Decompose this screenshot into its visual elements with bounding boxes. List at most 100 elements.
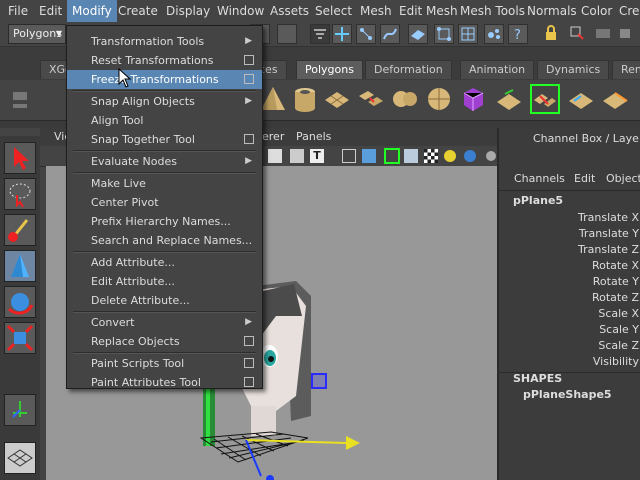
menu-item-delete-attribute[interactable]: Delete Attribute... bbox=[67, 291, 262, 310]
object-name[interactable]: pPlane5 bbox=[513, 194, 563, 207]
combine-icon[interactable] bbox=[356, 84, 386, 114]
menu-item-evaluate-nodes[interactable]: Evaluate Nodes ▶ bbox=[67, 152, 262, 171]
face-icon[interactable] bbox=[408, 24, 428, 44]
edge-icon[interactable] bbox=[380, 24, 400, 44]
menu-window[interactable]: Window bbox=[212, 0, 269, 22]
menu-assets[interactable]: Assets bbox=[265, 0, 314, 22]
snap-icon[interactable] bbox=[568, 24, 588, 44]
cube-selected-icon[interactable] bbox=[458, 84, 488, 114]
uv-icon[interactable] bbox=[434, 24, 454, 44]
menu-modify[interactable]: Modify bbox=[67, 0, 117, 22]
tab-rendering[interactable]: Ren bbox=[612, 60, 640, 79]
menu-item-paint-scripts-tool[interactable]: Paint Scripts Tool bbox=[67, 354, 262, 373]
menuset-dropdown[interactable]: Polygons ▼ bbox=[8, 24, 66, 44]
menu-item-prefix-hierarchy-names[interactable]: Prefix Hierarchy Names... bbox=[67, 212, 262, 231]
smooth-icon[interactable] bbox=[424, 84, 454, 114]
viewport-menu-renderer[interactable]: erer bbox=[262, 130, 284, 143]
channels-menu[interactable]: Channels bbox=[514, 172, 565, 185]
attr-rotate-x[interactable]: Rotate X bbox=[592, 258, 639, 274]
option-box-icon[interactable] bbox=[244, 377, 254, 387]
vertex-icon[interactable] bbox=[356, 24, 376, 44]
particle-icon[interactable] bbox=[484, 24, 504, 44]
shaded-cube-icon[interactable] bbox=[362, 149, 376, 163]
attr-translate-y[interactable]: Translate Y bbox=[579, 226, 639, 242]
menu-normals[interactable]: Normals bbox=[522, 0, 582, 22]
shape-name[interactable]: pPlaneShape5 bbox=[523, 388, 612, 401]
select-tool-icon[interactable] bbox=[4, 142, 36, 174]
menu-item-reset-transformations[interactable]: Reset Transformations bbox=[67, 51, 262, 70]
light-icon[interactable] bbox=[444, 150, 456, 162]
texture-icon[interactable]: T bbox=[310, 149, 324, 163]
object-menu[interactable]: Object bbox=[606, 172, 640, 185]
tab-dynamics[interactable]: Dynamics bbox=[537, 60, 610, 79]
menu-item-convert[interactable]: Convert ▶ bbox=[67, 313, 262, 332]
menu-item-freeze-transformations[interactable]: Freeze Transformations bbox=[67, 70, 262, 89]
filter-icon[interactable] bbox=[310, 24, 330, 44]
rotate-tool-icon[interactable] bbox=[4, 286, 36, 318]
select-by-component-icon[interactable] bbox=[332, 24, 352, 44]
manipulator-tool-icon[interactable] bbox=[4, 394, 36, 426]
shelf-menu-icon[interactable] bbox=[8, 84, 34, 116]
lock-icon[interactable] bbox=[542, 24, 562, 44]
menu-edit[interactable]: Edit bbox=[34, 0, 67, 22]
bevel-icon[interactable] bbox=[566, 84, 596, 114]
select-by-hierarchy-icon[interactable] bbox=[277, 24, 297, 44]
menu-item-transformation-tools[interactable]: Transformation Tools ▶ bbox=[67, 32, 262, 51]
menu-select[interactable]: Select bbox=[310, 0, 357, 22]
menu-create[interactable]: Create bbox=[113, 0, 163, 22]
append-icon[interactable] bbox=[600, 84, 630, 114]
checker-icon[interactable] bbox=[424, 149, 438, 163]
menu-display[interactable]: Display bbox=[161, 0, 215, 22]
tab-deformation[interactable]: Deformation bbox=[365, 60, 452, 79]
wire-cube-icon[interactable] bbox=[342, 149, 356, 163]
attr-rotate-z[interactable]: Rotate Z bbox=[592, 290, 639, 306]
attr-translate-x[interactable]: Translate X bbox=[578, 210, 639, 226]
option-box-icon[interactable] bbox=[244, 134, 254, 144]
attr-scale-y[interactable]: Scale Y bbox=[599, 322, 639, 338]
attr-translate-z[interactable]: Translate Z bbox=[578, 242, 639, 258]
menu-file[interactable]: File bbox=[3, 0, 33, 22]
last-tool-icon[interactable] bbox=[4, 442, 36, 474]
paint-select-tool-icon[interactable] bbox=[4, 214, 36, 246]
ao-icon[interactable] bbox=[486, 151, 496, 161]
plane-icon[interactable] bbox=[322, 84, 352, 114]
menu-item-add-attribute[interactable]: Add Attribute... bbox=[67, 253, 262, 272]
render-icon[interactable] bbox=[594, 24, 614, 44]
menu-item-snap-together-tool[interactable]: Snap Together Tool bbox=[67, 130, 262, 149]
menu-item-edit-attribute[interactable]: Edit Attribute... bbox=[67, 272, 262, 291]
shadow-icon[interactable] bbox=[464, 150, 476, 162]
attr-scale-x[interactable]: Scale X bbox=[598, 306, 639, 322]
scale-tool-icon[interactable] bbox=[4, 322, 36, 354]
attr-scale-z[interactable]: Scale Z bbox=[598, 338, 639, 354]
attr-rotate-y[interactable]: Rotate Y bbox=[593, 274, 639, 290]
extrude-icon[interactable] bbox=[494, 84, 524, 114]
menu-color[interactable]: Color bbox=[576, 0, 617, 22]
menu-crea[interactable]: Crea bbox=[614, 0, 640, 22]
wireframe-icon[interactable] bbox=[268, 149, 282, 163]
menu-edit-mesh[interactable]: Edit Mesh bbox=[394, 0, 463, 22]
tab-animation[interactable]: Animation bbox=[460, 60, 535, 79]
menu-item-align-tool[interactable]: Align Tool bbox=[67, 111, 262, 130]
tab-polygons[interactable]: Polygons bbox=[296, 60, 363, 79]
move-tool-icon[interactable] bbox=[4, 250, 36, 282]
menu-item-search-and-replace-names[interactable]: Search and Replace Names... bbox=[67, 231, 262, 250]
menu-item-replace-objects[interactable]: Replace Objects bbox=[67, 332, 262, 351]
menu-mesh-tools[interactable]: Mesh Tools bbox=[455, 0, 530, 22]
wire-on-shaded-icon[interactable] bbox=[384, 148, 400, 164]
menu-item-paint-attributes-tool[interactable]: Paint Attributes Tool bbox=[67, 373, 262, 392]
option-box-icon[interactable] bbox=[244, 336, 254, 346]
separate-icon[interactable] bbox=[390, 84, 420, 114]
viewport-menu-panels[interactable]: Panels bbox=[296, 130, 331, 143]
attr-visibility[interactable]: Visibility bbox=[593, 354, 639, 370]
help-icon[interactable]: ? bbox=[508, 24, 528, 44]
shaded-icon[interactable] bbox=[290, 149, 304, 163]
pipe-icon[interactable] bbox=[290, 84, 320, 114]
option-box-icon[interactable] bbox=[244, 55, 254, 65]
render-settings-icon[interactable] bbox=[618, 24, 638, 44]
menu-item-make-live[interactable]: Make Live bbox=[67, 174, 262, 193]
option-box-icon[interactable] bbox=[244, 358, 254, 368]
edit-menu[interactable]: Edit bbox=[574, 172, 595, 185]
textured-cube-icon[interactable] bbox=[404, 149, 418, 163]
lasso-tool-icon[interactable] bbox=[4, 178, 36, 210]
menu-item-center-pivot[interactable]: Center Pivot bbox=[67, 193, 262, 212]
